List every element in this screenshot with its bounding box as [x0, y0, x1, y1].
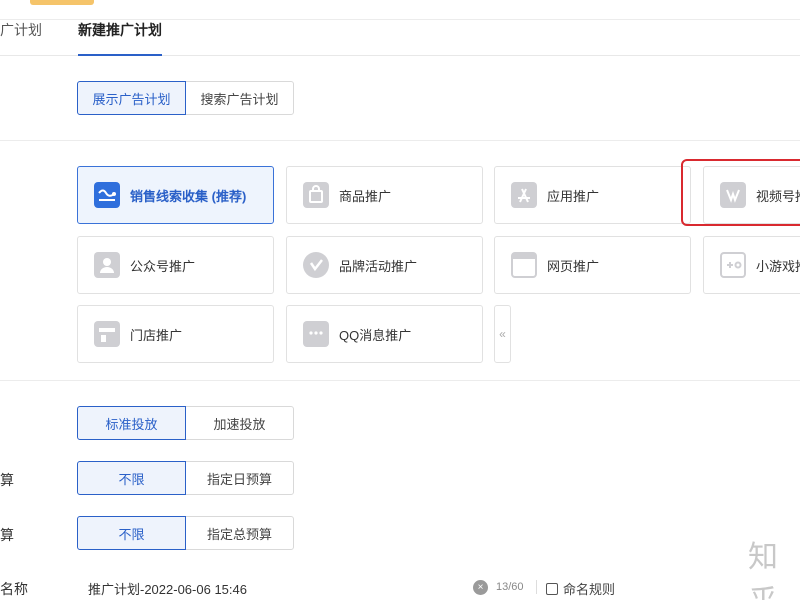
leads-icon: [94, 182, 120, 208]
promo-card-label: 网页推广: [547, 258, 600, 274]
app-store-icon: [511, 182, 537, 208]
promo-card-label: 公众号推广: [130, 258, 196, 274]
divider: [536, 580, 537, 594]
tab-bar: 推广计划 新建推广计划: [0, 20, 800, 56]
naming-rule-label: 命名规则: [563, 582, 616, 597]
section-divider: [0, 140, 800, 141]
promo-card-mini-game[interactable]: 小游戏推: [703, 236, 800, 294]
daily-budget-specified-button[interactable]: 指定日预算: [185, 461, 294, 495]
store-icon: [94, 321, 120, 347]
promo-card-webpage[interactable]: 网页推广: [494, 236, 691, 294]
clear-icon[interactable]: ×: [473, 580, 488, 595]
char-counter: 13/60: [496, 581, 524, 593]
rule-icon: [546, 582, 558, 595]
qq-message-icon: [303, 321, 329, 347]
promo-card-label: 门店推广: [130, 327, 183, 343]
total-budget-unlimited-button[interactable]: 不限: [77, 516, 186, 550]
promo-card-label: 小游戏推: [756, 258, 800, 274]
webpage-icon: [511, 252, 537, 278]
collapse-button[interactable]: «: [494, 305, 511, 363]
row-label-total-budget: 预算: [0, 527, 14, 543]
plan-name-input[interactable]: 推广计划-2022-06-06 15:46: [88, 579, 247, 598]
top-bar: [0, 0, 800, 20]
watermark: 知乎: [748, 540, 780, 600]
ad-type-display-button[interactable]: 展示广告计划: [77, 81, 186, 115]
promo-card-app[interactable]: 应用推广: [494, 166, 691, 224]
promo-card-label: QQ消息推广: [339, 327, 412, 343]
promo-card-brand-activity[interactable]: 品牌活动推广: [286, 236, 483, 294]
promo-card-leads[interactable]: 销售线索收集 (推荐): [77, 166, 274, 224]
shopping-bag-icon: [303, 182, 329, 208]
promo-card-qq-message[interactable]: QQ消息推广: [286, 305, 483, 363]
promo-card-label: 品牌活动推广: [339, 258, 418, 274]
official-account-icon: [94, 252, 120, 278]
naming-rule-link[interactable]: 命名规则: [546, 579, 615, 598]
promo-card-official-account[interactable]: 公众号推广: [77, 236, 274, 294]
promo-card-label: 应用推广: [547, 188, 600, 204]
section-divider: [0, 380, 800, 381]
row-label-daily-budget: 预算: [0, 472, 14, 488]
tab-plan-list[interactable]: 推广计划: [0, 20, 42, 56]
daily-budget-unlimited-button[interactable]: 不限: [77, 461, 186, 495]
brand-activity-icon: [303, 252, 329, 278]
delivery-accelerated-button[interactable]: 加速投放: [185, 406, 294, 440]
ad-type-search-button[interactable]: 搜索广告计划: [185, 81, 294, 115]
highlight-box: [681, 159, 800, 226]
promo-card-store[interactable]: 门店推广: [77, 305, 274, 363]
total-budget-specified-button[interactable]: 指定总预算: [185, 516, 294, 550]
mini-game-icon: [720, 252, 746, 278]
logo: [30, 0, 94, 5]
row-label-plan-name: 名称: [0, 581, 28, 597]
delivery-standard-button[interactable]: 标准投放: [77, 406, 186, 440]
promo-card-product[interactable]: 商品推广: [286, 166, 483, 224]
tab-new-plan[interactable]: 新建推广计划: [78, 20, 162, 56]
promo-card-label: 销售线索收集 (推荐): [130, 188, 247, 204]
promo-card-label: 商品推广: [339, 188, 392, 204]
